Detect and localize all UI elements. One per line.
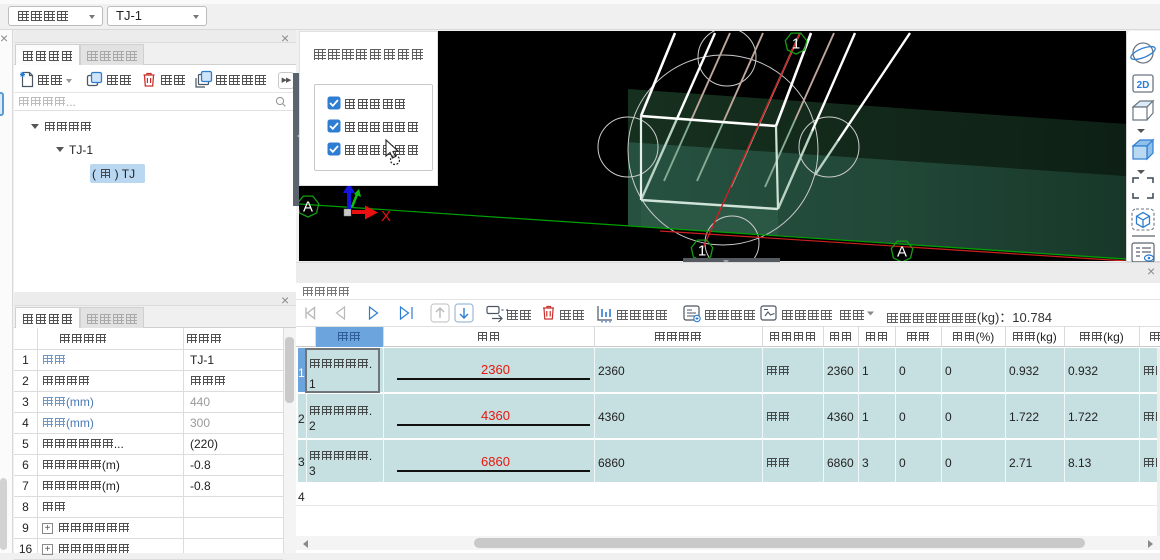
svg-text:2D: 2D <box>1137 80 1150 91</box>
svg-text:A: A <box>897 244 907 261</box>
svg-text:1: 1 <box>698 243 706 260</box>
svg-text:A: A <box>303 199 313 216</box>
svg-text:X: X <box>381 208 391 225</box>
svg-text:1: 1 <box>792 36 800 53</box>
